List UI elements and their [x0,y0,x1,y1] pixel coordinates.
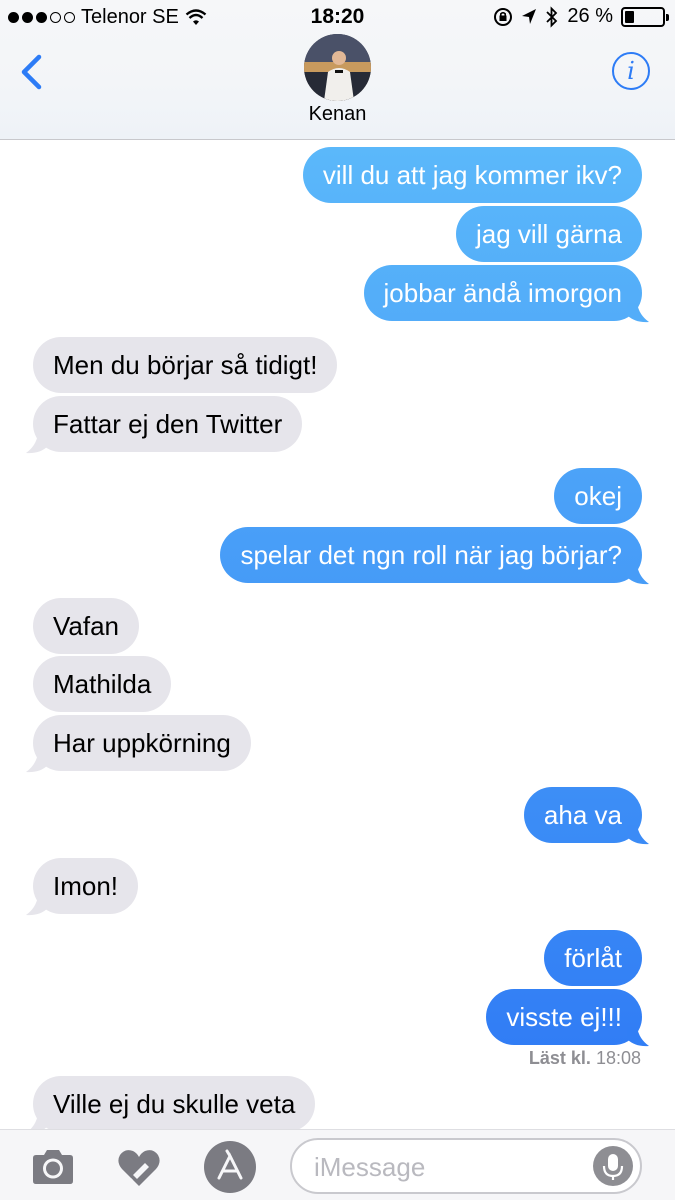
outgoing-message-bubble[interactable]: okej [554,468,642,524]
outgoing-message-bubble[interactable]: jobbar ändå imorgon [363,265,642,321]
back-chevron-icon[interactable] [14,52,50,92]
message-thread[interactable]: vill du att jag kommer ikv? jag vill gärn… [0,141,675,1134]
outgoing-bubble-tail [627,565,649,585]
imessage-placeholder: iMessage [314,1152,426,1182]
read-receipt: Läst kl. 18:08 [529,1048,641,1069]
incoming-bubble-tail [26,434,48,454]
outgoing-bubble-tail [627,1027,649,1047]
status-right: 26 % [493,5,669,28]
outgoing-message-bubble[interactable]: aha va [523,787,642,843]
conversation-header: Telenor SE 18:20 26 % Kenan i [0,0,675,140]
imessage-input[interactable]: iMessage [290,1138,642,1194]
location-arrow-icon [522,8,537,24]
contact-avatar[interactable] [304,34,371,101]
read-receipt-label: Läst kl. [528,1048,591,1068]
bluetooth-icon [546,5,558,28]
compose-bar: iMessage [0,1129,675,1200]
microphone-icon[interactable] [593,1146,633,1186]
battery-percent: 26 % [567,5,613,27]
battery-icon [621,6,669,27]
status-bar: Telenor SE 18:20 26 % [0,0,675,36]
outgoing-message-bubble[interactable]: spelar det ngn roll när jag börjar? [220,527,642,583]
read-receipt-time: 18:08 [595,1048,641,1068]
outgoing-message-bubble[interactable]: visste ej!!! [486,989,642,1045]
incoming-message-bubble[interactable]: Vafan [33,598,140,654]
incoming-message-bubble[interactable]: Imon! [33,858,139,914]
outgoing-message-bubble[interactable]: förlåt [544,930,642,986]
digital-touch-heart-icon[interactable] [116,1144,162,1190]
camera-icon[interactable] [30,1144,76,1190]
contact-name[interactable]: Kenan [0,103,675,126]
app-store-icon[interactable] [204,1141,256,1193]
incoming-message-bubble[interactable]: Mathilda [33,656,172,712]
outgoing-bubble-tail [627,825,649,845]
incoming-message-bubble[interactable]: Fattar ej den Twitter [33,396,303,452]
incoming-message-bubble[interactable]: Men du börjar så tidigt! [33,337,338,393]
orientation-lock-icon [494,7,513,26]
incoming-bubble-tail [26,896,48,916]
incoming-message-bubble[interactable]: Ville ej du skulle veta [33,1076,316,1132]
incoming-bubble-tail [26,753,48,773]
incoming-message-bubble[interactable]: Har uppkörning [33,715,251,771]
outgoing-bubble-tail [627,303,649,323]
info-icon[interactable]: i [612,52,650,90]
outgoing-message-bubble[interactable]: vill du att jag kommer ikv? [302,147,642,203]
outgoing-message-bubble[interactable]: jag vill gärna [456,206,642,262]
